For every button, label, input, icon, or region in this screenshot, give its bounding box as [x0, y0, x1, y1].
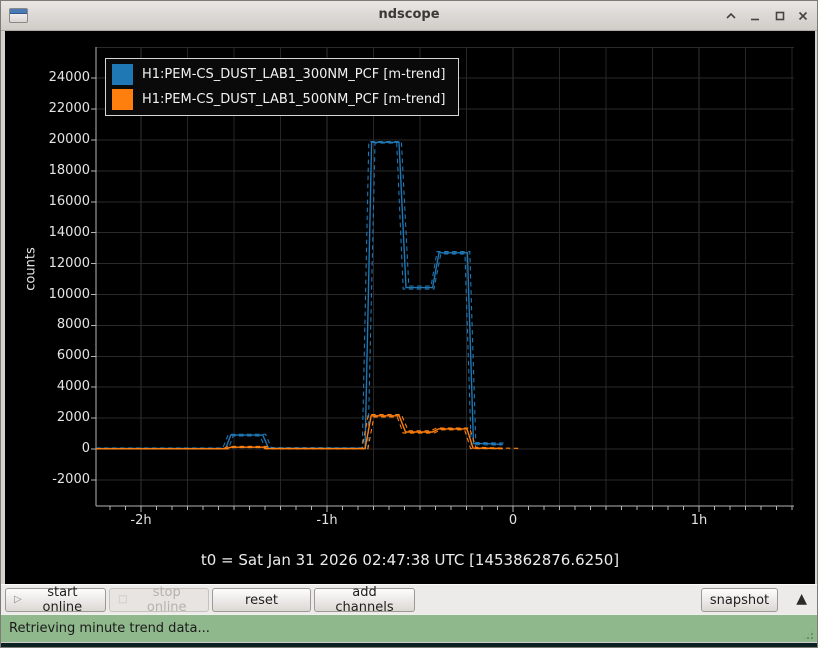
legend-item: H1:PEM-CS_DUST_LAB1_300NM_PCF [m-trend]	[112, 64, 445, 85]
status-bar: Retrieving minute trend data...	[1, 614, 817, 643]
legend-swatch	[112, 64, 133, 85]
x-tick-label: -2h	[116, 513, 166, 528]
shade-icon[interactable]	[723, 8, 739, 24]
legend-channel-name: H1:PEM-CS_DUST_LAB1_300NM_PCF [m-trend]	[142, 67, 445, 82]
x-tick-label: -1h	[302, 513, 352, 528]
reset-label: reset	[245, 593, 278, 608]
series-300nm_min_envelope	[96, 143, 502, 449]
window-title: ndscope	[1, 7, 817, 22]
resize-grip[interactable]	[802, 628, 815, 641]
y-tick-label: 18000	[6, 162, 90, 180]
reset-button[interactable]: reset	[212, 588, 311, 612]
y-tick-label: 6000	[6, 347, 90, 365]
status-message: Retrieving minute trend data...	[9, 615, 210, 642]
series-500nm_mean	[96, 416, 503, 449]
window-bottom-edge	[1, 642, 817, 648]
y-tick-label: 4000	[6, 378, 90, 396]
series-500nm_max_envelope	[96, 415, 521, 449]
toolbar: ▷ start online □ stop online reset add c…	[1, 584, 817, 615]
snapshot-button[interactable]: snapshot	[701, 588, 778, 612]
maximize-icon[interactable]	[772, 8, 788, 24]
close-icon[interactable]	[795, 8, 811, 24]
y-tick-label: 8000	[6, 316, 90, 334]
y-tick-label: 12000	[6, 255, 90, 273]
play-icon: ▷	[14, 595, 22, 605]
y-tick-label: 0	[6, 440, 90, 458]
legend-swatch	[112, 89, 133, 110]
y-tick-label: 20000	[6, 131, 90, 149]
y-tick-label: 2000	[6, 409, 90, 427]
y-tick-label: 10000	[6, 286, 90, 304]
series-500nm_min_envelope	[96, 417, 502, 449]
stop-online-button[interactable]: □ stop online	[109, 588, 209, 612]
titlebar[interactable]: ndscope	[1, 1, 817, 31]
snapshot-label: snapshot	[710, 593, 769, 608]
plot-figure: H1:PEM-CS_DUST_LAB1_300NM_PCF [m-trend] H…	[5, 31, 815, 584]
stop-icon: □	[118, 595, 127, 605]
x-tick-label: 0	[488, 513, 538, 528]
add-channels-label: add channels	[323, 585, 406, 615]
x-tick-label: 1h	[674, 513, 724, 528]
y-tick-label: 24000	[6, 69, 90, 87]
series-300nm_mean	[96, 142, 503, 448]
legend-item: H1:PEM-CS_DUST_LAB1_500NM_PCF [m-trend]	[112, 89, 445, 110]
y-tick-label: 14000	[6, 224, 90, 242]
t0-label: t0 = Sat Jan 31 2026 02:47:38 UTC [14538…	[5, 551, 815, 569]
y-tick-label: 16000	[6, 193, 90, 211]
ndscope-window: ndscope H1:PEM-CS_DUST_LAB1_300NM_PCF [m…	[0, 0, 818, 648]
plot-area[interactable]: H1:PEM-CS_DUST_LAB1_300NM_PCF [m-trend] H…	[96, 47, 794, 506]
minimize-icon[interactable]	[747, 8, 763, 24]
start-online-label: start online	[28, 585, 97, 615]
legend-channel-name: H1:PEM-CS_DUST_LAB1_500NM_PCF [m-trend]	[142, 92, 445, 107]
y-axis-label: counts	[24, 247, 39, 290]
stop-online-label: stop online	[133, 585, 200, 615]
add-channels-button[interactable]: add channels	[314, 588, 415, 612]
legend[interactable]: H1:PEM-CS_DUST_LAB1_300NM_PCF [m-trend] H…	[105, 58, 459, 116]
start-online-button[interactable]: ▷ start online	[5, 588, 106, 612]
y-tick-label: 22000	[6, 100, 90, 118]
collapse-toolbar-icon[interactable]: ▲	[796, 591, 807, 607]
y-tick-label: -2000	[6, 471, 90, 489]
